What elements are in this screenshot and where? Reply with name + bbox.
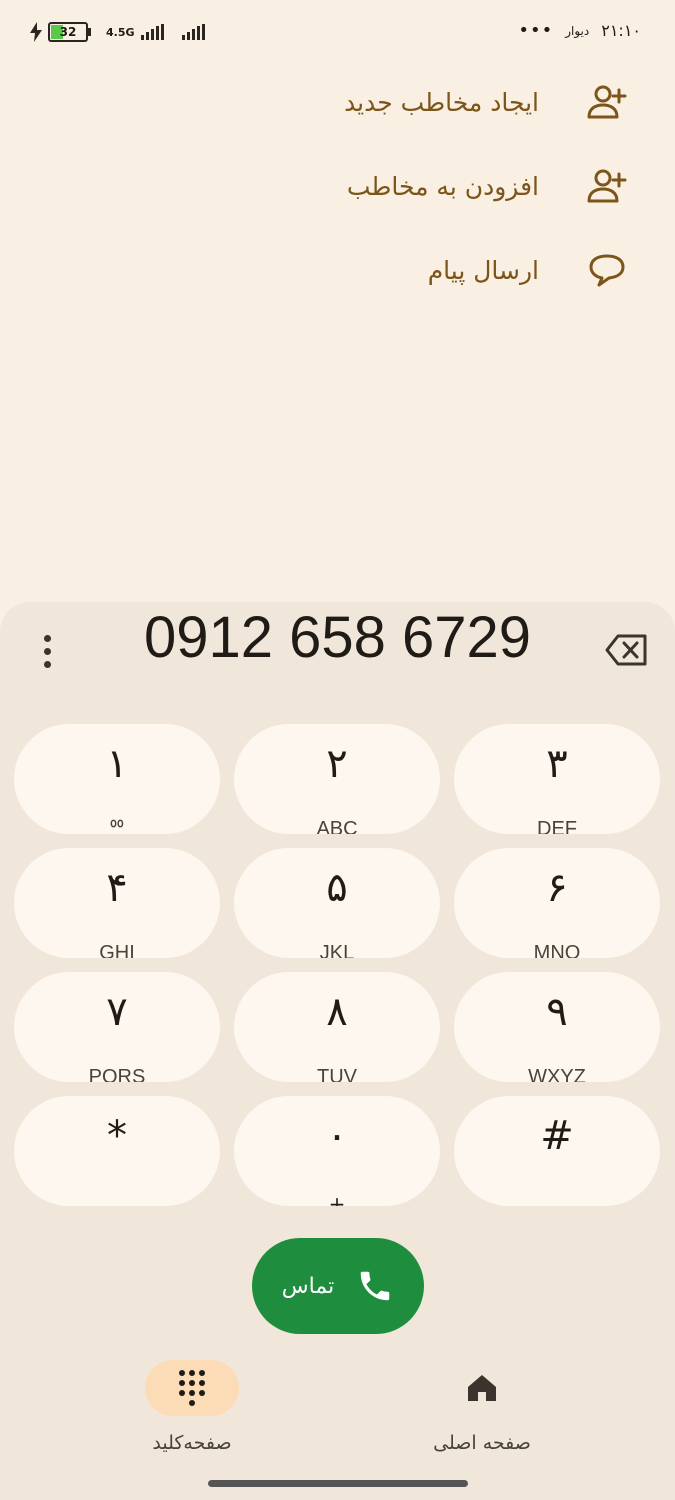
key-star[interactable]: * bbox=[14, 1096, 220, 1206]
create-new-contact[interactable]: ایجاد مخاطب جدید bbox=[0, 60, 675, 144]
key-letters: JKL bbox=[319, 942, 355, 958]
nav-home[interactable]: صفحه اصلی bbox=[382, 1360, 582, 1454]
key-digit: ۷ bbox=[106, 989, 128, 1035]
key-digit: ۸ bbox=[326, 989, 348, 1035]
backspace-icon[interactable] bbox=[605, 632, 649, 668]
call-label: تماس bbox=[281, 1273, 335, 1299]
network-type: 4.5G bbox=[106, 25, 135, 39]
nav-keypad-label: صفحه‌کلید bbox=[152, 1432, 232, 1454]
key-letters: DEF bbox=[537, 818, 577, 834]
send-message[interactable]: ارسال پیام bbox=[0, 228, 675, 312]
signal-icon bbox=[140, 24, 164, 40]
status-bar: 32 4.5G ••• دیوار ۲۱:۱۰ bbox=[0, 0, 675, 64]
key-5[interactable]: ۵ JKL bbox=[234, 848, 440, 958]
key-letters: MNO bbox=[533, 942, 581, 958]
action-label: ایجاد مخاطب جدید bbox=[344, 87, 539, 117]
keypad: ۱ᅇ ۲ ABC ۳ DEF ۴ GHI ۵ JKL ۶ MNO ۷ PQRS ۸ TUV ۹… bbox=[14, 724, 661, 1206]
home-icon bbox=[468, 1375, 496, 1401]
keypad-icon-pill bbox=[145, 1360, 239, 1416]
key-3[interactable]: ۳ DEF bbox=[454, 724, 660, 834]
key-1[interactable]: ۱ᅇ bbox=[14, 724, 220, 834]
key-plus: + bbox=[328, 1192, 346, 1206]
signal-icon-2 bbox=[181, 24, 205, 40]
dialed-number[interactable]: 0912 658 6729 bbox=[100, 604, 575, 671]
key-hash[interactable]: # bbox=[454, 1096, 660, 1206]
add-to-contact[interactable]: افزودن به مخاطب bbox=[0, 144, 675, 228]
key-digit: ۵ bbox=[326, 865, 348, 911]
status-left: 32 4.5G bbox=[30, 18, 205, 46]
status-right: ••• دیوار ۲۱:۱۰ bbox=[518, 20, 641, 41]
nav-home-label: صفحه اصلی bbox=[433, 1432, 531, 1454]
action-label: ارسال پیام bbox=[427, 255, 539, 285]
network-indicator: 4.5G bbox=[106, 27, 135, 38]
key-9[interactable]: ۹ WXYZ bbox=[454, 972, 660, 1082]
number-row: 0912 658 6729 bbox=[0, 602, 675, 702]
bottom-nav: صفحه‌کلید صفحه اصلی bbox=[0, 1360, 675, 1460]
action-label: افزودن به مخاطب bbox=[346, 171, 539, 201]
call-button[interactable]: تماس bbox=[252, 1238, 424, 1334]
key-digit: ۳ bbox=[546, 741, 568, 787]
key-2[interactable]: ۲ ABC bbox=[234, 724, 440, 834]
number-actions: ایجاد مخاطب جدید افزودن به مخاطب ارسال پ… bbox=[0, 60, 675, 312]
key-letters: GHI bbox=[99, 942, 135, 958]
key-digit: ۹ bbox=[546, 989, 568, 1035]
key-7[interactable]: ۷ PQRS bbox=[14, 972, 220, 1082]
message-icon bbox=[585, 248, 629, 292]
key-digit: ۱ bbox=[106, 741, 128, 787]
key-digit: ۶ bbox=[546, 865, 568, 911]
key-digit: * bbox=[107, 1113, 127, 1159]
home-icon-pill bbox=[435, 1360, 529, 1416]
more-options-icon[interactable] bbox=[30, 626, 64, 676]
clock: ۲۱:۱۰ bbox=[601, 21, 641, 40]
gesture-bar[interactable] bbox=[208, 1480, 468, 1487]
key-digit: # bbox=[540, 1113, 574, 1159]
phone-icon bbox=[360, 1271, 390, 1301]
more-notifications-icon: ••• bbox=[518, 20, 554, 41]
key-8[interactable]: ۸ TUV bbox=[234, 972, 440, 1082]
key-letters: TUV bbox=[317, 1066, 357, 1082]
battery-level: 32 bbox=[59, 25, 77, 39]
key-letters: ABC bbox=[316, 818, 358, 834]
person-add-icon bbox=[585, 164, 629, 208]
charging-icon bbox=[30, 22, 42, 42]
nav-keypad[interactable]: صفحه‌کلید bbox=[92, 1360, 292, 1454]
key-0[interactable]: ۰ + bbox=[234, 1096, 440, 1206]
notification-app: دیوار bbox=[565, 23, 590, 38]
key-digit: ۲ bbox=[326, 741, 348, 787]
key-letters: PQRS bbox=[88, 1066, 146, 1082]
dialpad-icon bbox=[179, 1370, 205, 1406]
key-4[interactable]: ۴ GHI bbox=[14, 848, 220, 958]
key-6[interactable]: ۶ MNO bbox=[454, 848, 660, 958]
key-letters: WXYZ bbox=[528, 1066, 586, 1082]
key-digit: ۰ bbox=[326, 1113, 348, 1159]
battery-indicator: 32 bbox=[48, 22, 91, 42]
key-digit: ۴ bbox=[106, 865, 128, 911]
voicemail-icon: ᅇ bbox=[107, 818, 127, 834]
person-add-icon bbox=[585, 80, 629, 124]
